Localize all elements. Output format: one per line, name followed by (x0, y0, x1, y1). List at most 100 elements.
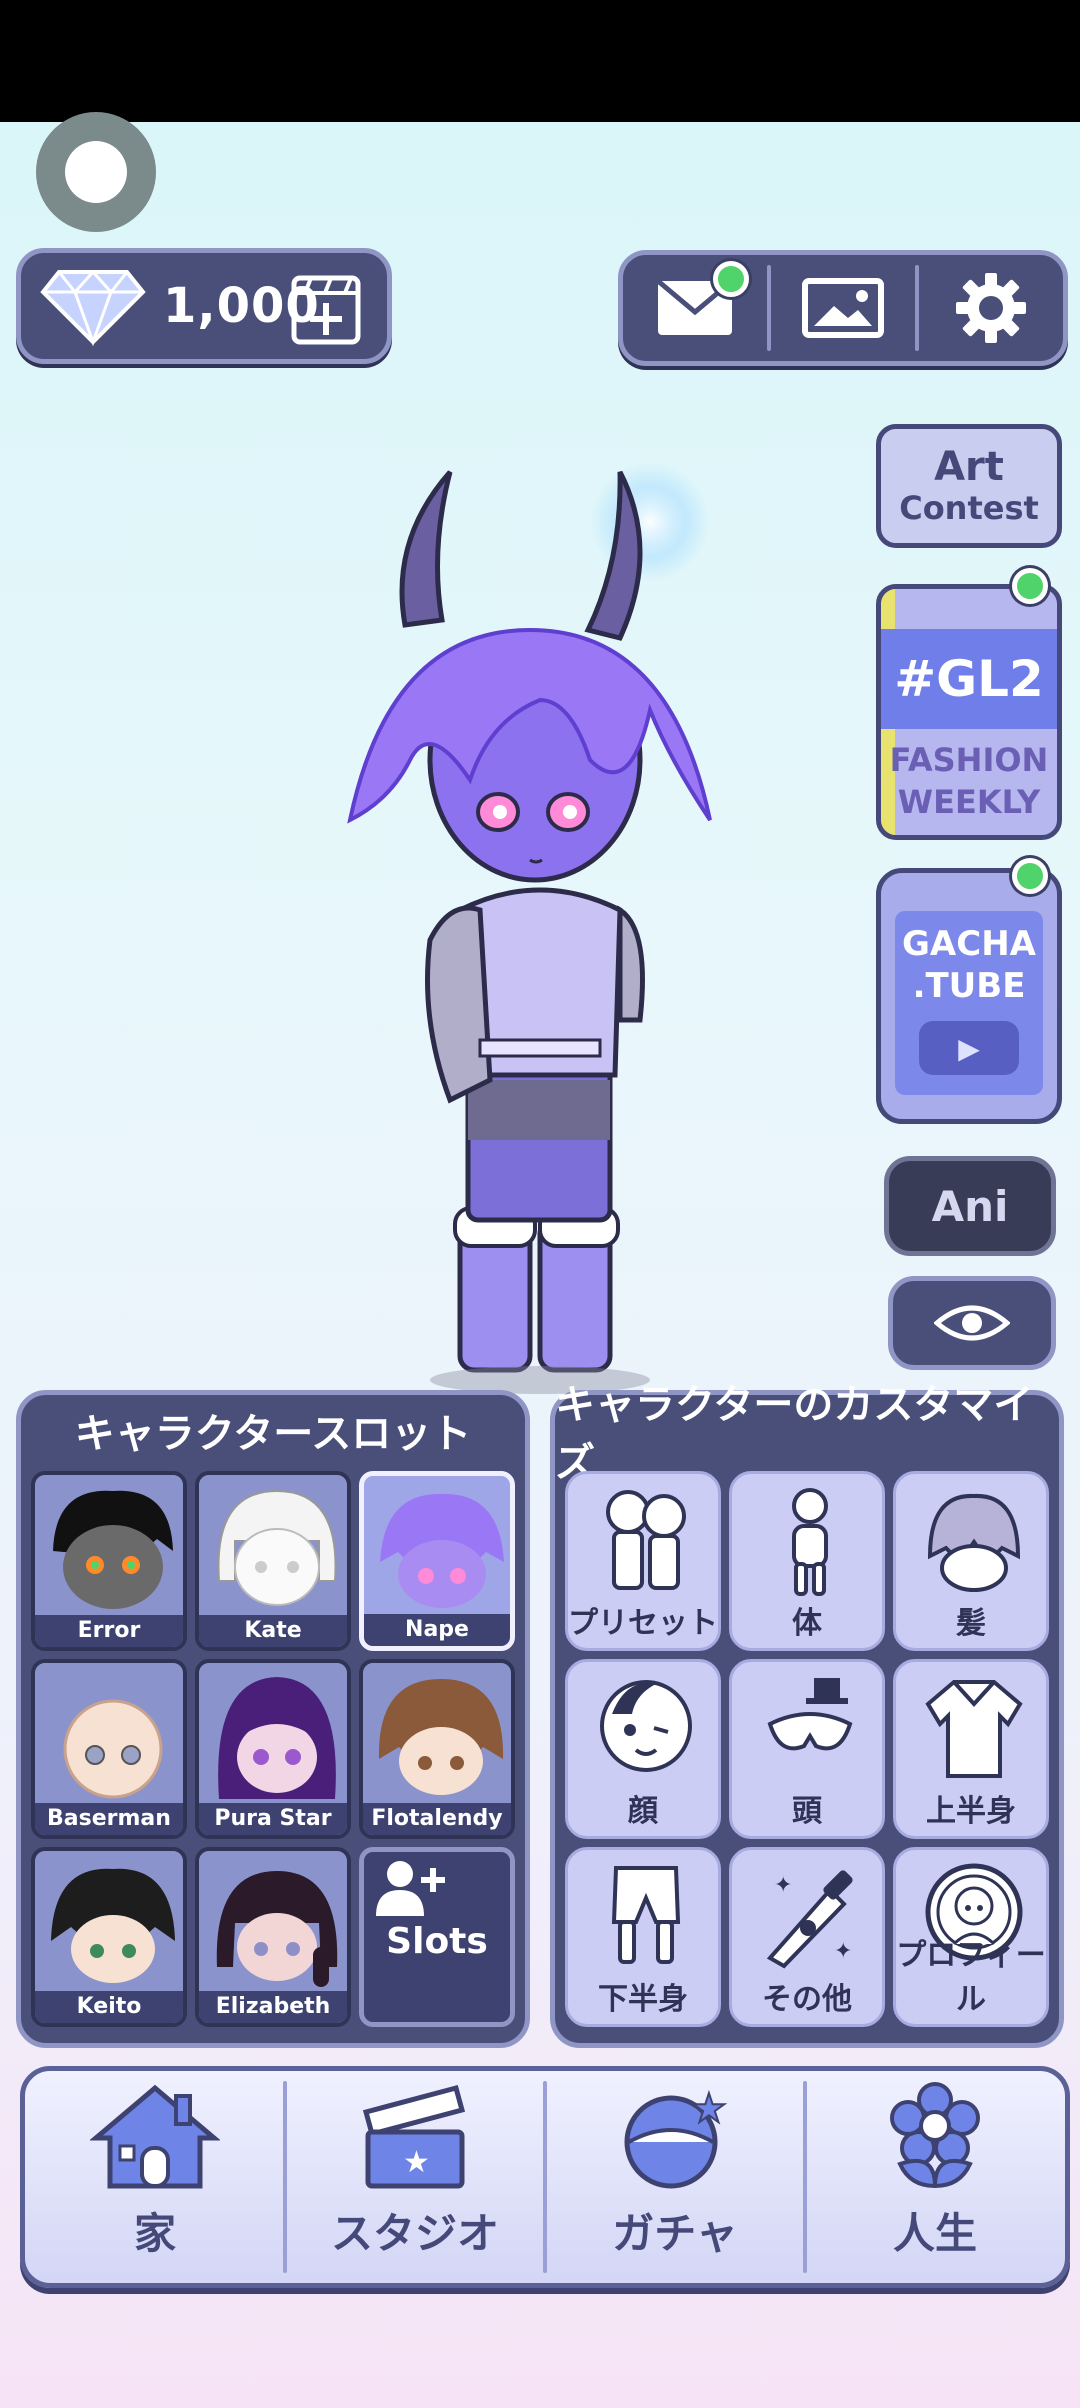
play-icon: ▶ (919, 1021, 1019, 1075)
add-gems-icon[interactable] (291, 275, 361, 345)
gear-icon (956, 273, 1026, 343)
character-slots-title: キャラクタースロット (74, 1411, 472, 1457)
customize-profile-button[interactable]: プロフィール (893, 1847, 1049, 2027)
gl2-fashion-weekly-button[interactable]: #GL2 FASHION WEEKLY (876, 584, 1062, 840)
slot-label: Pura Star (199, 1803, 347, 1835)
customize-label: プロフィール (896, 1938, 1046, 2017)
character-portrait (216, 1871, 338, 1987)
image-icon (802, 278, 884, 338)
character-portrait (63, 1699, 163, 1799)
mail-notification-dot (713, 261, 749, 297)
customize-other-button[interactable]: ✦ ✦ その他 (729, 1847, 885, 2027)
gacha-tube-notification-dot (1012, 858, 1048, 894)
gl2-tag: #GL2 (894, 650, 1044, 708)
slot-label: Kate (199, 1615, 347, 1647)
character-portrait (51, 1868, 175, 1983)
gacha-tube-button[interactable]: GACHA .TUBE ▶ (876, 868, 1062, 1124)
gacha-ball-icon: ★ (624, 2085, 728, 2189)
slot-label: Keito (35, 1991, 183, 2023)
character-avatar[interactable] (330, 460, 720, 1400)
character-slot[interactable]: Baserman (31, 1659, 187, 1839)
gl2-notification-dot (1012, 568, 1048, 604)
gl2-line1: FASHION (889, 741, 1049, 779)
customize-label: 上半身 (926, 1794, 1016, 1829)
visibility-toggle-button[interactable] (888, 1276, 1056, 1370)
nav-studio[interactable]: ★ スタジオ (283, 2071, 545, 2283)
gallery-button[interactable] (771, 255, 915, 361)
gacha-tube-screen: GACHA .TUBE ▶ (895, 911, 1043, 1095)
hair-icon (927, 1493, 1021, 1592)
nav-life[interactable]: 人生 (803, 2071, 1065, 2283)
character-portrait (380, 1493, 504, 1608)
gacha-tube-line2: .TUBE (912, 966, 1026, 1006)
status-bar (0, 0, 1080, 122)
customize-head-button[interactable]: 頭 (729, 1659, 885, 1839)
slot-label: Elizabeth (199, 1991, 347, 2023)
face-icon (600, 1680, 692, 1772)
character-portrait (53, 1490, 173, 1609)
customize-label: 頭 (792, 1794, 822, 1829)
character-slot[interactable]: Keito (31, 1847, 187, 2027)
svg-text:★: ★ (403, 2145, 430, 2180)
body-icon (792, 1488, 828, 1596)
character-slot[interactable]: Pura Star (195, 1659, 351, 1839)
nav-gacha[interactable]: ★ ガチャ (543, 2071, 805, 2283)
character-slot-selected[interactable]: Nape (359, 1471, 515, 1651)
top-right-toolbar (618, 250, 1068, 366)
ani-button[interactable]: Ani (884, 1156, 1056, 1256)
svg-text:★: ★ (691, 2086, 727, 2132)
customize-upper-body-button[interactable]: 上半身 (893, 1659, 1049, 1839)
character-slot[interactable]: Kate (195, 1471, 351, 1651)
settings-button[interactable] (919, 255, 1063, 361)
character-customize-title: キャラクターのカスタマイズ (555, 1382, 1034, 1486)
customize-label: 顔 (628, 1794, 658, 1829)
nav-label: スタジオ (330, 2209, 499, 2258)
record-button[interactable] (36, 112, 156, 232)
record-dot-icon (65, 141, 127, 203)
add-slots-button[interactable]: Slots (359, 1847, 515, 2027)
character-slots-panel: キャラクタースロット Error Kate Nape Baserman Pura… (16, 1390, 530, 2048)
head-accessory-icon (767, 1678, 853, 1751)
customize-body-button[interactable]: 体 (729, 1471, 885, 1651)
customize-label: 下半身 (598, 1982, 688, 2017)
customize-label: 体 (792, 1606, 822, 1641)
character-slot[interactable]: Flotalendy (359, 1659, 515, 1839)
add-slots-label: Slots (386, 1920, 488, 1962)
character-slot[interactable]: Elizabeth (195, 1847, 351, 2027)
character-portrait (217, 1489, 337, 1606)
eye-icon (934, 1305, 1010, 1341)
gacha-tube-title: GACHA .TUBE (902, 923, 1036, 1007)
slot-label: Error (35, 1615, 183, 1647)
mail-button[interactable] (623, 255, 767, 361)
flower-icon (890, 2082, 980, 2189)
character-portrait (218, 1677, 336, 1799)
gacha-tube-line1: GACHA (902, 924, 1036, 964)
character-portrait (378, 1679, 504, 1795)
gl2-band: #GL2 (881, 629, 1057, 729)
svg-text:✦: ✦ (774, 1873, 792, 1898)
diamond-icon (40, 269, 146, 346)
clapperboard-icon: ★ (362, 2084, 466, 2189)
customize-label: その他 (762, 1982, 852, 2017)
art-contest-button[interactable]: Art Contest (876, 424, 1062, 548)
art-contest-line1: Art (934, 444, 1004, 490)
house-icon (90, 2084, 220, 2189)
customize-presets-button[interactable]: プリセット (565, 1471, 721, 1651)
add-user-icon (376, 1861, 445, 1916)
shirt-icon (925, 1680, 1023, 1778)
gem-currency-bar: 1,000 (16, 248, 392, 364)
gl2-subtitle: FASHION WEEKLY (881, 739, 1057, 823)
bottom-navigation: 家 ★ スタジオ ★ ガチャ 人生 (20, 2066, 1070, 2288)
customize-face-button[interactable]: 顔 (565, 1659, 721, 1839)
nav-home[interactable]: 家 (25, 2071, 285, 2283)
character-slot[interactable]: Error (31, 1471, 187, 1651)
gl2-line2: WEEKLY (897, 783, 1041, 821)
slot-label: Baserman (35, 1803, 183, 1835)
sword-icon: ✦ ✦ (766, 1870, 853, 1969)
slot-label: Flotalendy (363, 1803, 511, 1835)
customize-lower-body-button[interactable]: 下半身 (565, 1847, 721, 2027)
customize-grid: プリセット 体 髪 顔 頭 上半身 下半身 ✦ ✦ その他 プロフィール (565, 1471, 1049, 2027)
slot-label: Nape (364, 1614, 510, 1646)
customize-hair-button[interactable]: 髪 (893, 1471, 1049, 1651)
art-contest-line2: Contest (899, 489, 1039, 527)
